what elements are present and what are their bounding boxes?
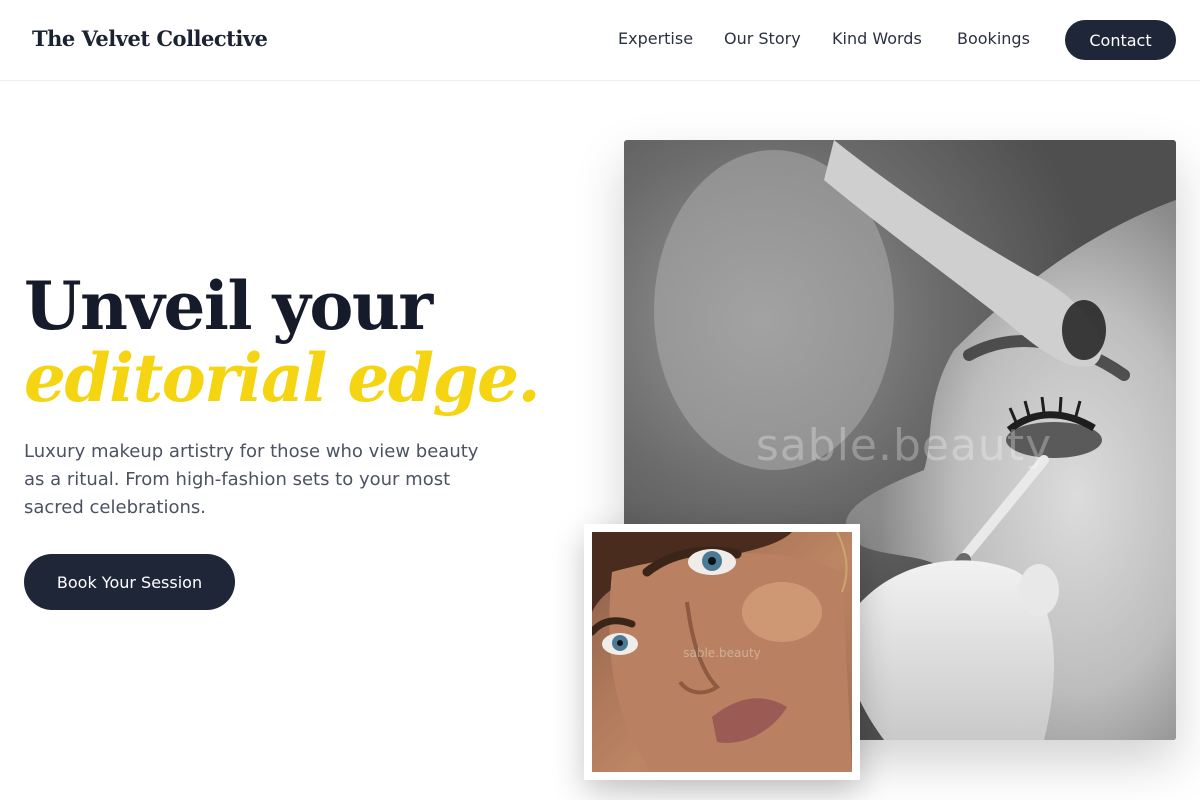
- headline-line-1: Unveil your: [24, 267, 433, 345]
- portrait-photo: sable.beauty: [592, 532, 852, 772]
- main-photo-watermark: sable.beauty: [755, 420, 1053, 471]
- hero-description: Luxury makeup artistry for those who vie…: [24, 441, 479, 518]
- hero-headline: Unveil your editorial edge.: [24, 270, 584, 414]
- nav-link-our-story[interactable]: Our Story: [724, 29, 801, 48]
- headline-line-2: editorial edge.: [24, 339, 541, 417]
- brand-logo[interactable]: The Velvet Collective: [32, 26, 268, 51]
- portrait-watermark: sable.beauty: [683, 646, 761, 660]
- site-header: The Velvet Collective Expertise Our Stor…: [0, 0, 1200, 81]
- portrait-photo-frame: sable.beauty: [584, 524, 860, 780]
- nav-link-bookings[interactable]: Bookings: [957, 29, 1030, 48]
- contact-button[interactable]: Contact: [1065, 20, 1176, 60]
- book-session-button[interactable]: Book Your Session: [24, 554, 235, 610]
- nav-link-expertise[interactable]: Expertise: [618, 29, 693, 48]
- nav-link-kind-words[interactable]: Kind Words: [832, 29, 922, 48]
